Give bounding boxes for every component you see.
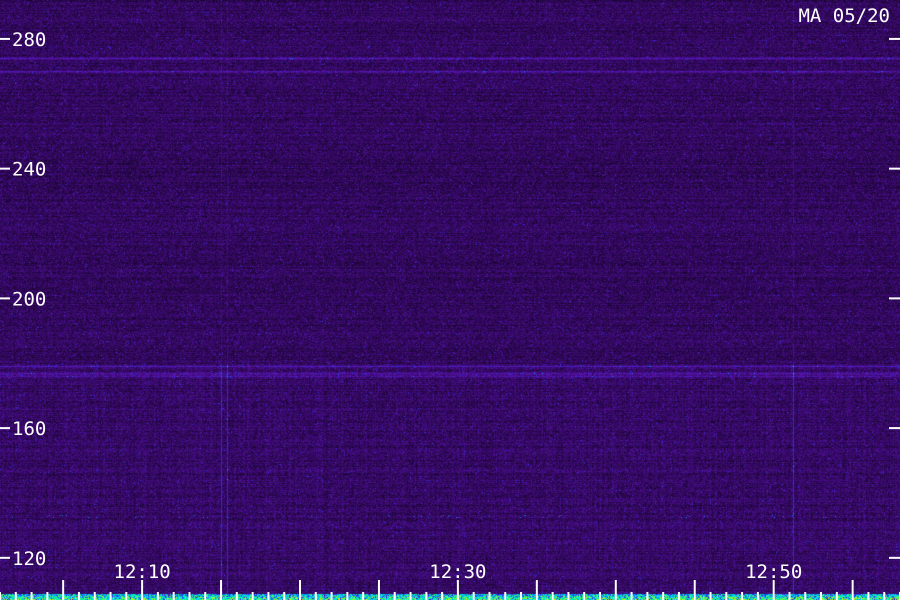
axis-overlay: 280 240 200 160 120 12:10 12:30 12:50 [0, 29, 900, 600]
y-tick-label-160: 160 [12, 418, 46, 440]
y-tick-label-120: 120 [12, 548, 46, 570]
x-tick-label-1230: 12:30 [429, 561, 486, 583]
y-tick-label-240: 240 [12, 159, 46, 181]
station-date-label: MA 05/20 [798, 5, 890, 27]
x-tick-label-1250: 12:50 [745, 561, 802, 583]
y-tick-label-280: 280 [12, 29, 46, 51]
y-tick-label-200: 200 [12, 288, 46, 310]
x-tick-label-1210: 12:10 [114, 561, 171, 583]
